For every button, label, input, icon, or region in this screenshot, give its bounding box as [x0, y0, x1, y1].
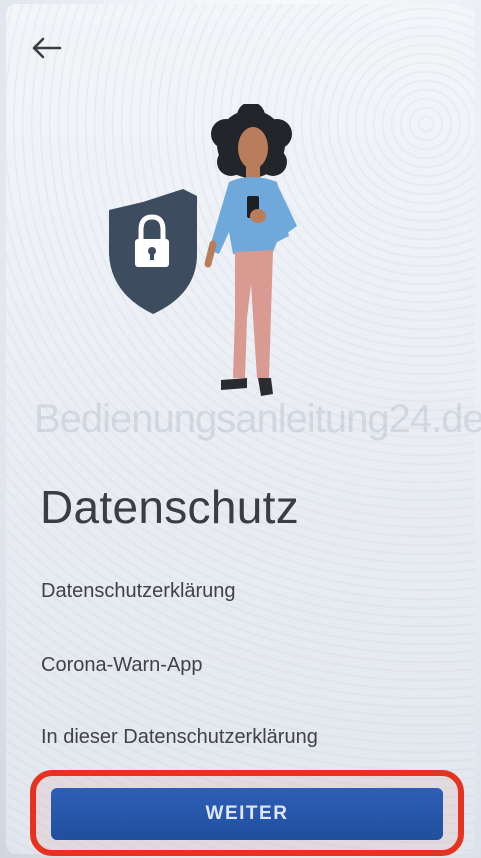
intro-text: In dieser Datenschutzerklärung — [41, 726, 318, 748]
watermark: Bedienungsanleitung24.de — [34, 397, 481, 441]
highlight-frame: WEITER — [30, 770, 464, 856]
continue-button[interactable]: WEITER — [51, 788, 443, 840]
page-title: Datenschutz — [40, 481, 299, 533]
app-name-text: Corona-Warn-App — [41, 654, 203, 676]
privacy-statement-heading: Datenschutzerklärung — [41, 580, 236, 602]
back-button[interactable] — [28, 30, 64, 66]
person-figure — [204, 104, 297, 396]
privacy-illustration — [109, 104, 297, 396]
arrow-left-icon — [32, 37, 62, 59]
screen: Bedienungsanleitung24.de Datenschutz Dat… — [6, 4, 481, 856]
lock-shield-icon — [109, 189, 197, 314]
